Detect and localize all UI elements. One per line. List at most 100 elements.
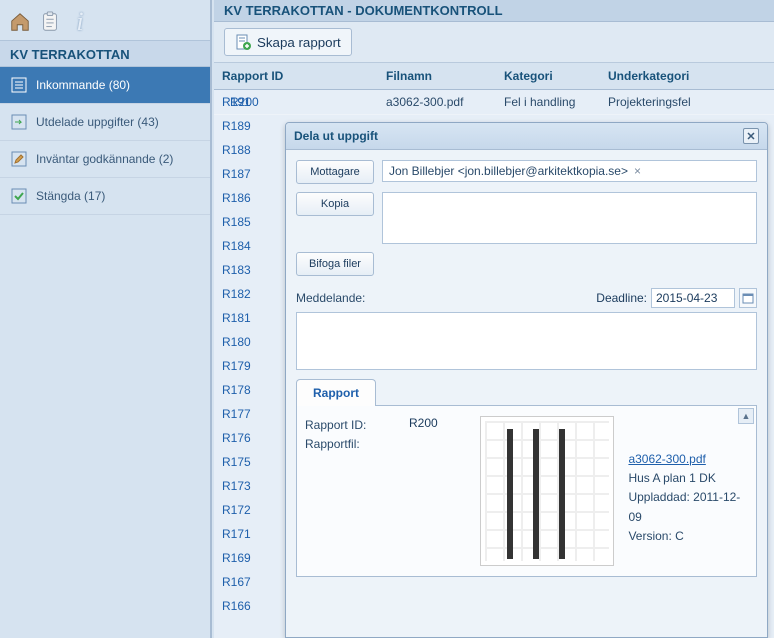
recipient-field[interactable]: Jon Billebjer <jon.billebjer@arkitektkop… [382, 160, 757, 182]
id-column: R191 R189 R188 R187 R186 R185 R184 R183 R182 R181… [214, 90, 284, 618]
table-row[interactable]: R175 [214, 450, 284, 474]
remove-recipient-icon[interactable]: × [632, 164, 643, 178]
file-desc: Hus A plan 1 DK [628, 471, 715, 485]
col-kategori[interactable]: Kategori [504, 69, 608, 83]
table-row[interactable]: R176 [214, 426, 284, 450]
rapport-id-link[interactable]: R177 [222, 407, 251, 421]
cell-kategori: Fel i handling [504, 95, 608, 109]
rapport-id-link[interactable]: R172 [222, 503, 251, 517]
rapport-id-link[interactable]: R184 [222, 239, 251, 253]
table-row[interactable]: R167 [214, 570, 284, 594]
rapport-id-value: R200 [409, 416, 466, 430]
rapport-id-link[interactable]: R187 [222, 167, 251, 181]
rapport-id-link[interactable]: R178 [222, 383, 251, 397]
main-title: KV TERRAKOTTAN - DOKUMENTKONTROLL [214, 0, 774, 22]
rapport-id-link[interactable]: R181 [222, 311, 251, 325]
home-icon[interactable] [8, 10, 32, 34]
table-row[interactable]: R178 [214, 378, 284, 402]
file-link[interactable]: a3062-300.pdf [628, 452, 705, 466]
forward-icon [10, 113, 28, 131]
tab-rapport[interactable]: Rapport [296, 379, 376, 406]
mottagare-button[interactable]: Mottagare [296, 160, 374, 184]
calendar-icon[interactable] [739, 288, 757, 308]
table-row[interactable]: R191 [214, 90, 284, 114]
table-row[interactable]: R181 [214, 306, 284, 330]
scroll-up-icon[interactable]: ▲ [738, 408, 754, 424]
table-row[interactable]: R184 [214, 234, 284, 258]
table-row[interactable]: R188 [214, 138, 284, 162]
table-row[interactable]: R187 [214, 162, 284, 186]
table-row[interactable]: R186 [214, 186, 284, 210]
table-row[interactable]: R200 a3062-300.pdf Fel i handling Projek… [214, 90, 774, 115]
assign-dialog: Dela ut uppgift ✕ Mottagare Jon Billebje… [285, 122, 768, 638]
sidebar-item-stangda[interactable]: Stängda (17) [0, 178, 210, 215]
rapport-id-label: Rapport ID: [305, 416, 395, 435]
cell-filnamn: a3062-300.pdf [386, 95, 504, 109]
rapport-id-link[interactable]: R167 [222, 575, 251, 589]
sidebar-item-invantar[interactable]: Inväntar godkännande (2) [0, 141, 210, 178]
create-report-label: Skapa rapport [257, 35, 341, 50]
file-uploaded: Uppladdad: 2011-12-09 [628, 490, 740, 523]
cell-underkategori: Projekteringsfel [608, 95, 774, 109]
col-filnamn[interactable]: Filnamn [386, 69, 504, 83]
deadline-label: Deadline: [596, 291, 647, 305]
sidebar-item-inkommande[interactable]: Inkommande (80) [0, 67, 210, 104]
tab-body: ▲ Rapport ID: Rapportfil: R200 a3062-300… [296, 406, 757, 577]
check-icon [10, 187, 28, 205]
create-report-button[interactable]: Skapa rapport [224, 28, 352, 56]
nav-label: Inkommande (80) [36, 78, 130, 92]
icon-bar: i [0, 0, 210, 40]
rapport-id-link[interactable]: R169 [222, 551, 251, 565]
rapport-id-link[interactable]: R186 [222, 191, 251, 205]
nav-label: Inväntar godkännande (2) [36, 152, 173, 166]
table-row[interactable]: R179 [214, 354, 284, 378]
rapport-id-link[interactable]: R185 [222, 215, 251, 229]
meddelande-field[interactable] [296, 312, 757, 370]
pencil-icon [10, 150, 28, 168]
table-row[interactable]: R185 [214, 210, 284, 234]
table-row[interactable]: R182 [214, 282, 284, 306]
col-underkategori[interactable]: Underkategori [608, 69, 774, 83]
rapport-id-link[interactable]: R191 [222, 95, 251, 109]
report-plus-icon [235, 34, 251, 50]
table-row[interactable]: R169 [214, 546, 284, 570]
bifoga-button[interactable]: Bifoga filer [296, 252, 374, 276]
sidebar-title: KV TERRAKOTTAN [0, 40, 210, 67]
clipboard-icon[interactable] [38, 10, 62, 34]
table-row[interactable]: R180 [214, 330, 284, 354]
rapport-id-link[interactable]: R182 [222, 287, 251, 301]
table-row[interactable]: R166 [214, 594, 284, 618]
rapport-id-link[interactable]: R171 [222, 527, 251, 541]
meddelande-label: Meddelande: [296, 291, 365, 305]
col-id[interactable]: Rapport ID [214, 69, 386, 83]
kopia-button[interactable]: Kopia [296, 192, 374, 216]
rapport-id-link[interactable]: R166 [222, 599, 251, 613]
recipient-chip: Jon Billebjer <jon.billebjer@arkitektkop… [389, 164, 628, 178]
table-row[interactable]: R183 [214, 258, 284, 282]
deadline-input[interactable] [651, 288, 735, 308]
grid-header: Rapport ID Filnamn Kategori Underkategor… [214, 63, 774, 90]
rapport-id-link[interactable]: R180 [222, 335, 251, 349]
sidebar-item-utdelade[interactable]: Utdelade uppgifter (43) [0, 104, 210, 141]
copy-field[interactable] [382, 192, 757, 244]
rapport-id-link[interactable]: R189 [222, 119, 251, 133]
rapport-id-link[interactable]: R173 [222, 479, 251, 493]
table-row[interactable]: R177 [214, 402, 284, 426]
rapport-id-link[interactable]: R188 [222, 143, 251, 157]
rapport-id-link[interactable]: R176 [222, 431, 251, 445]
dialog-title-bar: Dela ut uppgift ✕ [286, 123, 767, 150]
rapport-id-link[interactable]: R175 [222, 455, 251, 469]
close-icon[interactable]: ✕ [743, 128, 759, 144]
table-row[interactable]: R171 [214, 522, 284, 546]
info-icon[interactable]: i [68, 10, 92, 34]
rapport-id-link[interactable]: R179 [222, 359, 251, 373]
table-row[interactable]: R173 [214, 474, 284, 498]
toolbar: Skapa rapport [214, 22, 774, 63]
dialog-title: Dela ut uppgift [294, 129, 378, 143]
dialog-body: Mottagare Jon Billebjer <jon.billebjer@a… [286, 150, 767, 577]
grid-body: R200 a3062-300.pdf Fel i handling Projek… [214, 90, 774, 115]
file-thumbnail[interactable] [480, 416, 614, 566]
table-row[interactable]: R189 [214, 114, 284, 138]
rapport-id-link[interactable]: R183 [222, 263, 251, 277]
table-row[interactable]: R172 [214, 498, 284, 522]
